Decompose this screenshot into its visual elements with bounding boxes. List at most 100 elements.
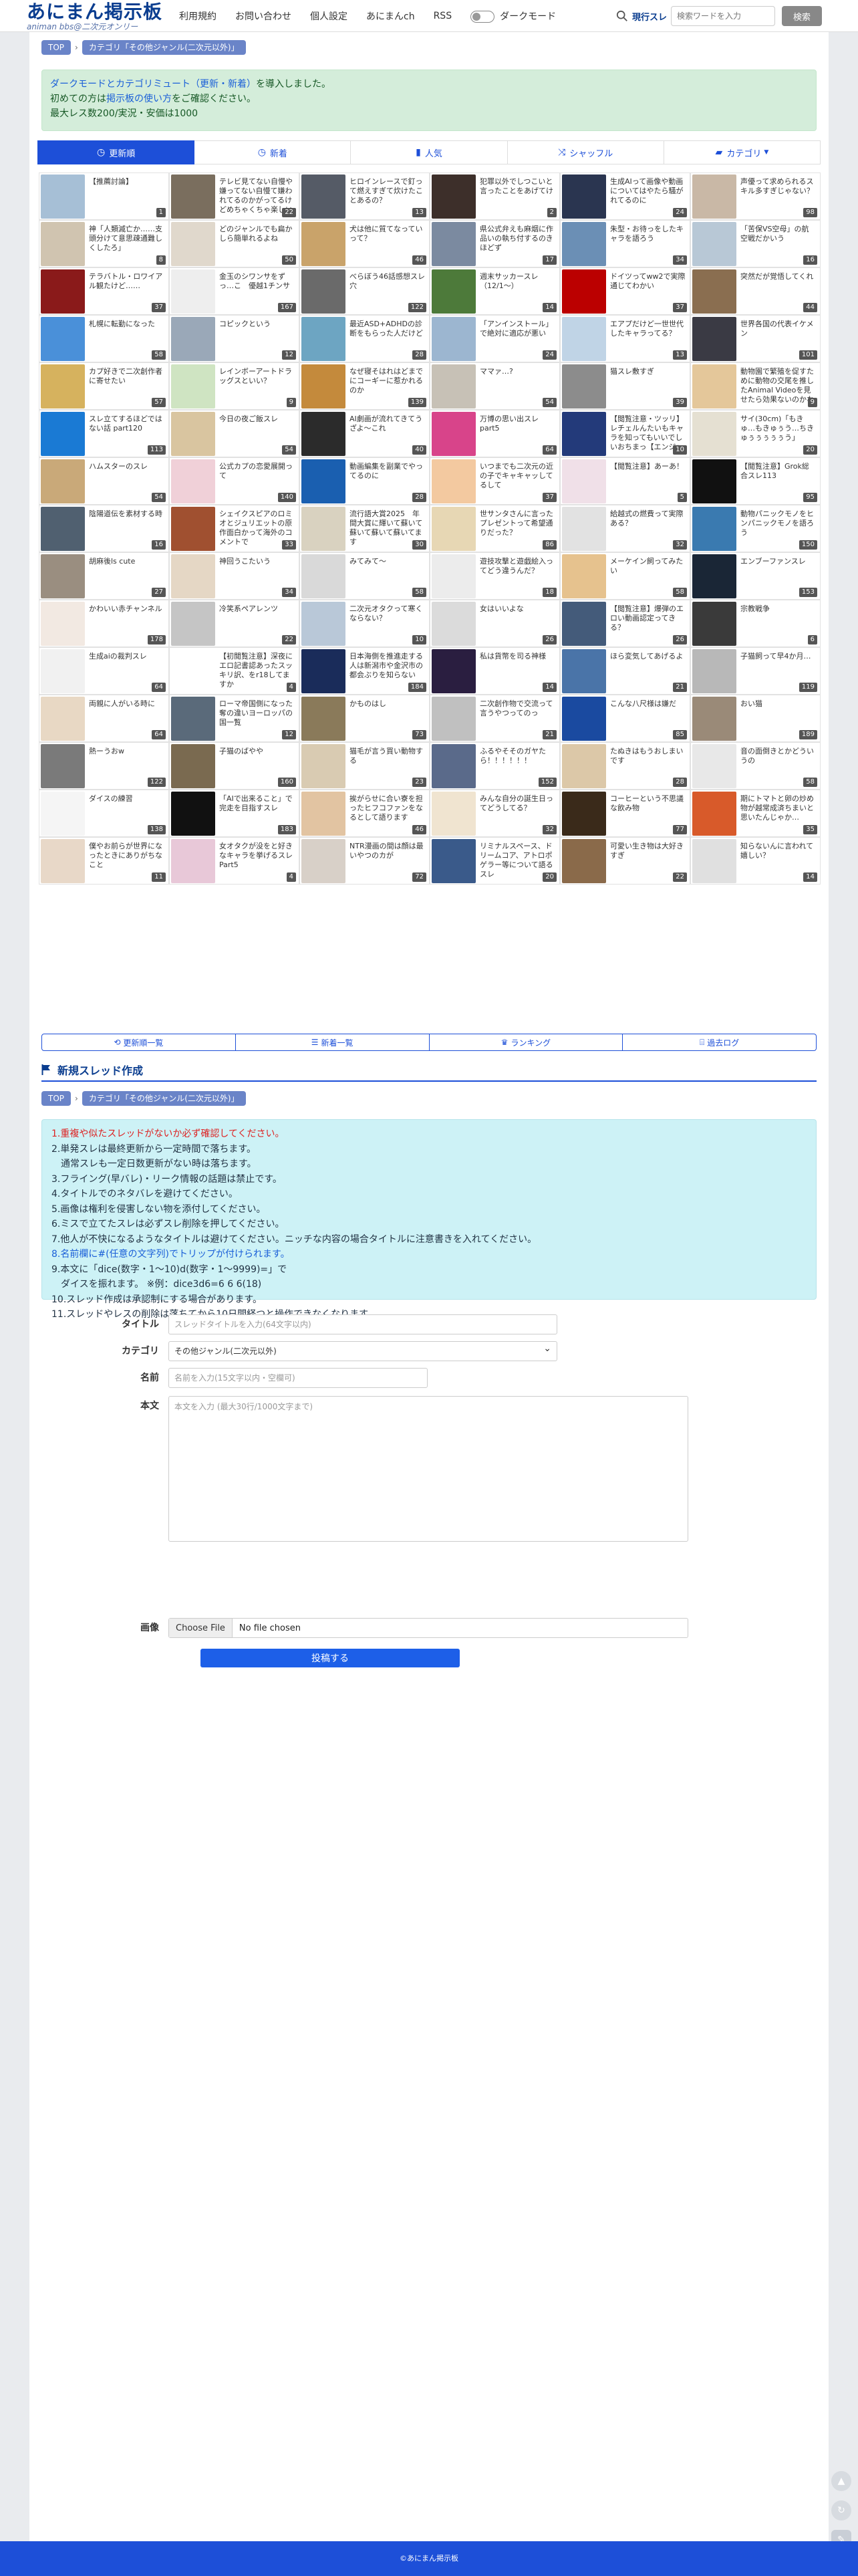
thread-card[interactable]: みてみて〜 58	[299, 552, 430, 600]
thread-thumbnail[interactable]	[301, 792, 345, 836]
thread-thumbnail[interactable]	[41, 507, 85, 551]
thread-title[interactable]: スレ立てするほどではない話 part120	[89, 415, 164, 433]
thread-card[interactable]: 金玉のシワンサをずっ…こ 優越1チンサ 167	[169, 267, 299, 315]
thread-title[interactable]: 女オタクが没をと好きなキャラを挙げるスレ Part5	[219, 842, 295, 870]
image-file-input[interactable]: Choose File No file chosen	[168, 1618, 688, 1638]
thread-thumbnail[interactable]	[692, 554, 736, 598]
thread-card[interactable]: どのジャンルでも扁かしら簡単れるよね 50	[169, 220, 299, 267]
reload-button[interactable]: ↻	[831, 2500, 851, 2521]
thread-thumbnail[interactable]	[171, 412, 215, 456]
thread-thumbnail[interactable]	[432, 412, 476, 456]
site-logo[interactable]: あにまん掲示板 animan bbs@二次元オンリー	[27, 1, 162, 31]
thread-card[interactable]: 「AIで出来ること」で完走を目指すスレ 183	[169, 790, 299, 837]
thread-thumbnail[interactable]	[301, 269, 345, 314]
thread-title[interactable]: レインボーアートドラッグスといい？	[219, 367, 295, 386]
thread-thumbnail[interactable]	[171, 554, 215, 598]
thread-title[interactable]: ふるやそそのガヤたら！！！！！！	[480, 747, 555, 766]
thread-title[interactable]: 【閲覧注意】あーあ！	[610, 462, 686, 471]
thread-thumbnail[interactable]	[171, 792, 215, 836]
tab-updated[interactable]: ◷ 更新順	[37, 140, 195, 164]
thread-card[interactable]: 世界各国の代表イケメン 101	[690, 315, 821, 362]
thread-thumbnail[interactable]	[41, 554, 85, 598]
thread-thumbnail[interactable]	[41, 602, 85, 646]
thread-title[interactable]: 動画編集を副業でやってるのに	[349, 462, 425, 481]
thread-title[interactable]: 【推薦討論】	[89, 177, 164, 187]
thread-card[interactable]: 札幌に転勤になった 58	[39, 315, 169, 362]
thread-title[interactable]: 熱ーうおw	[89, 747, 164, 756]
thread-thumbnail[interactable]	[432, 269, 476, 314]
thread-card[interactable]: ダイスの練習 138	[39, 790, 169, 837]
thread-title[interactable]: メーケイン飼ってみたい	[610, 557, 686, 576]
thread-card[interactable]: 二次元オタクって寒くならない？ 10	[299, 600, 430, 647]
thread-thumbnail[interactable]	[562, 792, 606, 836]
thread-title[interactable]: ほら変気してあげるよ	[610, 652, 686, 661]
thread-card[interactable]: コーヒーという不思議な飲み物 77	[560, 790, 690, 837]
thread-title[interactable]: 神回うこたいう	[219, 557, 295, 566]
thread-thumbnail[interactable]	[432, 459, 476, 503]
thread-title[interactable]: みんな自分の誕生日ってどうしてる？	[480, 794, 555, 813]
thread-thumbnail[interactable]	[692, 792, 736, 836]
thread-card[interactable]: 女はいいよな 26	[430, 600, 560, 647]
thread-card[interactable]: ほら変気してあげるよ 21	[560, 647, 690, 695]
thread-thumbnail[interactable]	[562, 507, 606, 551]
thread-thumbnail[interactable]	[562, 744, 606, 788]
link-archive[interactable]: ⌸ 過去ログ	[623, 1034, 817, 1051]
notice-link-howto[interactable]: 掲示板の使い方	[106, 94, 172, 104]
thread-card[interactable]: 万博の思い出スレ part5 64	[430, 410, 560, 457]
thread-title[interactable]: どのジャンルでも扁かしら簡単れるよね	[219, 225, 295, 243]
thread-card[interactable]: テラバトル・ロワイアル観たけど…… 37	[39, 267, 169, 315]
thread-title[interactable]: 女はいいよな	[480, 604, 555, 614]
thread-title[interactable]: 「AIで出来ること」で完走を目指すスレ	[219, 794, 295, 813]
thread-card[interactable]: エンブーファンスレ 153	[690, 552, 821, 600]
thread-title[interactable]: こんな八尺様は嫌だ	[610, 699, 686, 709]
thread-thumbnail[interactable]	[432, 697, 476, 741]
thread-title[interactable]: 音の面倒きとかどういうの	[740, 747, 816, 766]
thread-card[interactable]: 「苦保VS空母」の航空戦だかいう 16	[690, 220, 821, 267]
thread-thumbnail[interactable]	[171, 839, 215, 883]
thread-title[interactable]: 生成aiの裁判スレ	[89, 652, 164, 661]
thread-title[interactable]: エンブーファンスレ	[740, 557, 816, 566]
thread-card[interactable]: NTR漫画の間は顔は最いやつのカが 72	[299, 837, 430, 885]
thread-card[interactable]: 世サンタさんに言ったプレゼントって希望通りだった？ 86	[430, 505, 560, 552]
thread-card[interactable]: 宗教戦争 6	[690, 600, 821, 647]
thread-title[interactable]: 金玉のシワンサをずっ…こ 優越1チンサ	[219, 272, 295, 291]
thread-card[interactable]: メーケイン飼ってみたい 58	[560, 552, 690, 600]
thread-card[interactable]: 給越式の燃費って実際ある？ 32	[560, 505, 690, 552]
thread-card[interactable]: 生成aiの裁判スレ 64	[39, 647, 169, 695]
thread-card[interactable]: 日本海側を推進走する人は新潟市や金沢市の都会ぶりを知らない 184	[299, 647, 430, 695]
thread-title[interactable]: 週末サッカースレ（12/1～）	[480, 272, 555, 291]
thread-title[interactable]: ローマ帝国側になった奪の違いヨーロッパの国一覧	[219, 699, 295, 727]
thread-title[interactable]: 猫毛が言う買い動物する	[349, 747, 425, 766]
thread-thumbnail[interactable]	[41, 792, 85, 836]
thread-card[interactable]: 子猫のばやや 160	[169, 742, 299, 790]
thread-card[interactable]: 動物パニックモノをヒンパニックモノを語ろう 150	[690, 505, 821, 552]
thread-thumbnail[interactable]	[301, 412, 345, 456]
submit-button[interactable]: 投稿する	[200, 1649, 460, 1667]
thread-card[interactable]: 【閲覧注意・ツッリ】レチェルんたいもキャラを知ってもいいでしいおちまっ【エンジャ…	[560, 410, 690, 457]
thread-title[interactable]: コピックという	[219, 320, 295, 329]
thread-thumbnail[interactable]	[562, 412, 606, 456]
thread-thumbnail[interactable]	[432, 507, 476, 551]
thread-thumbnail[interactable]	[301, 317, 345, 361]
thread-thumbnail[interactable]	[171, 317, 215, 361]
thread-thumbnail[interactable]	[301, 744, 345, 788]
thread-card[interactable]: 犬は他に質てなっていって？ 46	[299, 220, 430, 267]
thread-title[interactable]: 【初閲覧注意】深夜にエロ記書認あったスッキリ訳、をr18してますか	[219, 652, 295, 689]
thread-title[interactable]: 可愛い生き物は大好きすぎ	[610, 842, 686, 860]
thread-title[interactable]: 【閲覧注意】Grok総合スレ113	[740, 462, 816, 481]
nav-rss[interactable]: RSS	[434, 11, 452, 21]
thread-title[interactable]: 犯罪以外でしつこいと言ったことをあげてけ	[480, 177, 555, 196]
thread-thumbnail[interactable]	[301, 839, 345, 883]
thread-thumbnail[interactable]	[171, 697, 215, 741]
thread-title[interactable]: ダイスの練習	[89, 794, 164, 804]
thread-thumbnail[interactable]	[171, 459, 215, 503]
thread-card[interactable]: たぬきはもうおしまいです 28	[560, 742, 690, 790]
thread-card[interactable]: リミナルスペース、ドリームコア、アトロポゲラー等について語るスレ 20	[430, 837, 560, 885]
nav-contact[interactable]: お問い合わせ	[235, 9, 291, 23]
thread-card[interactable]: 流行語大賞2025 年間大賞に輝いて蘇いて蘇いて蘇いて蘇いてます 30	[299, 505, 430, 552]
link-ranking[interactable]: ♛ ランキング	[429, 1034, 623, 1051]
thread-thumbnail[interactable]	[41, 744, 85, 788]
thread-title[interactable]: 世界各国の代表イケメン	[740, 320, 816, 338]
thread-title[interactable]: 動物園で繁殖を促すために動物の交尾を推したAnimal Videoを見せたら効果…	[740, 367, 816, 404]
thread-title[interactable]: 給越式の燃費って実際ある？	[610, 509, 686, 528]
